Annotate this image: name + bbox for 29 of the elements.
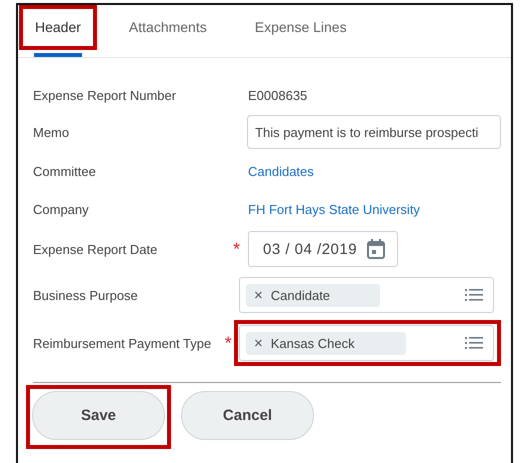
cancel-button[interactable]: Cancel xyxy=(181,391,314,440)
remove-icon[interactable]: × xyxy=(254,286,263,304)
save-button[interactable]: Save xyxy=(32,391,165,440)
field-label: Company xyxy=(33,202,90,216)
field-label: Memo xyxy=(33,124,70,140)
selected-tag: × Kansas Check xyxy=(246,332,406,354)
multiselect-field[interactable]: × Kansas Check xyxy=(239,325,494,361)
field-label: Business Purpose xyxy=(33,288,139,302)
tab[interactable]: Expense Lines xyxy=(238,5,363,53)
field-label: Expense Report Number xyxy=(33,88,178,102)
calendar-icon[interactable] xyxy=(367,239,386,259)
multiselect-field[interactable]: × Candidate xyxy=(239,277,494,313)
date-field[interactable]: 03 / 04 /2019 xyxy=(248,231,398,267)
tab-indicator xyxy=(34,53,82,57)
value-link[interactable]: Candidates xyxy=(248,164,314,178)
memo-field[interactable]: This payment is to reimburse prospecti xyxy=(247,115,502,149)
field-label: Expense Report Date xyxy=(33,242,158,256)
list-icon[interactable] xyxy=(465,336,483,350)
value-link[interactable]: FH Fort Hays State University xyxy=(248,202,420,216)
required-mark: * xyxy=(233,240,242,258)
required-mark: * xyxy=(224,334,233,352)
field-label: Committee xyxy=(33,164,97,178)
selected-tag: × Candidate xyxy=(246,284,380,306)
remove-icon[interactable]: × xyxy=(254,334,263,352)
list-icon[interactable] xyxy=(465,288,483,302)
field-value: E0008635 xyxy=(248,88,308,102)
tab[interactable]: Header xyxy=(19,5,97,50)
field-label: Reimbursement Payment Type xyxy=(33,336,212,350)
tab[interactable]: Attachments xyxy=(112,5,223,53)
